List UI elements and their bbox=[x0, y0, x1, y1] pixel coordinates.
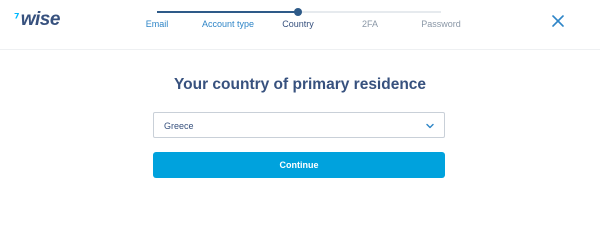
stepper-track-remaining bbox=[298, 11, 441, 13]
stepper-track-done bbox=[157, 11, 298, 13]
step-country: Country bbox=[282, 19, 314, 29]
continue-button[interactable]: Continue bbox=[153, 152, 445, 178]
country-select[interactable]: Greece bbox=[153, 112, 445, 138]
signup-stepper: Email Account type Country 2FA Password bbox=[0, 0, 600, 50]
step-account-type: Account type bbox=[201, 19, 255, 29]
step-email: Email bbox=[145, 19, 169, 29]
page-title: Your country of primary residence bbox=[173, 76, 427, 93]
close-icon bbox=[549, 12, 567, 30]
step-password: Password bbox=[421, 19, 461, 29]
close-button[interactable] bbox=[549, 12, 567, 30]
step-2fa: 2FA bbox=[361, 19, 379, 29]
stepper-current-dot bbox=[294, 8, 302, 16]
country-select-value: Greece bbox=[164, 121, 194, 131]
chevron-down-icon bbox=[425, 121, 435, 131]
top-header: ⁷ wise Email Account type Country 2FA Pa… bbox=[0, 0, 600, 50]
